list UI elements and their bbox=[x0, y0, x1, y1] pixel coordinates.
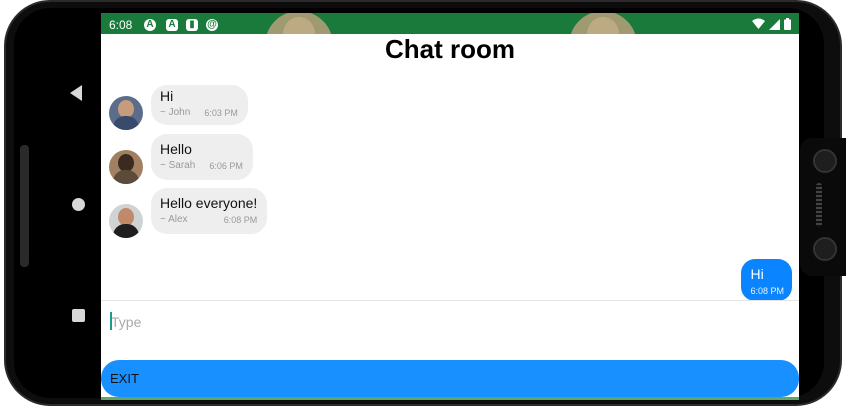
avatar bbox=[109, 150, 143, 184]
message-list: Hi ~ John 6:03 PM Hello ~ Sarah 6:06 PM … bbox=[101, 66, 799, 301]
bottom-edge bbox=[101, 397, 799, 400]
exit-button[interactable]: EXIT bbox=[101, 360, 799, 397]
avatar bbox=[109, 204, 143, 238]
battery-icon bbox=[784, 18, 791, 30]
message-bubble: Hello everyone! ~ Alex 6:08 PM bbox=[151, 188, 268, 234]
app-screen: 6:08 A A ▮ @ Chat room Hi ~ John 6:03 PM… bbox=[101, 13, 799, 397]
message-author: ~ Sarah bbox=[160, 160, 196, 171]
message-meta: ~ John 6:03 PM bbox=[160, 107, 238, 118]
recents-nav-icon[interactable] bbox=[72, 309, 85, 322]
home-nav-icon[interactable] bbox=[72, 198, 85, 211]
side-button bbox=[20, 145, 29, 267]
message-time: 6:03 PM bbox=[204, 108, 238, 118]
camera-lens-icon bbox=[813, 237, 837, 261]
a-square-icon: A bbox=[166, 19, 178, 31]
status-time: 6:08 bbox=[109, 18, 133, 32]
status-right-icons bbox=[752, 18, 791, 30]
my-message-text: Hi bbox=[750, 266, 764, 282]
message-text: Hello bbox=[160, 141, 192, 157]
signal-icon bbox=[769, 18, 780, 30]
message-meta: ~ Alex 6:08 PM bbox=[160, 214, 257, 225]
message-item: Hello everyone! ~ Alex 6:08 PM bbox=[109, 188, 268, 238]
message-author: ~ Alex bbox=[160, 214, 188, 225]
text-caret bbox=[110, 312, 112, 330]
message-input[interactable] bbox=[109, 309, 793, 335]
my-message-time: 6:08 PM bbox=[750, 286, 784, 296]
back-nav-icon[interactable] bbox=[70, 85, 82, 101]
a-circle-icon: A bbox=[144, 19, 156, 31]
message-time: 6:06 PM bbox=[209, 161, 243, 171]
composer bbox=[109, 309, 793, 335]
phone-device: 6:08 A A ▮ @ Chat room Hi ~ John 6:03 PM… bbox=[0, 0, 846, 408]
at-sign-icon: @ bbox=[206, 19, 218, 31]
speaker-grille bbox=[816, 183, 822, 227]
message-text: Hi bbox=[160, 88, 174, 104]
message-bubble: Hello ~ Sarah 6:06 PM bbox=[151, 134, 253, 180]
message-text: Hello everyone! bbox=[160, 195, 258, 211]
message-item: Hello ~ Sarah 6:06 PM bbox=[109, 134, 253, 184]
my-message-bubble: Hi 6:08 PM bbox=[741, 259, 792, 301]
message-time: 6:08 PM bbox=[223, 215, 258, 225]
message-item: Hi ~ John 6:03 PM bbox=[109, 85, 248, 130]
message-author: ~ John bbox=[160, 107, 191, 118]
wifi-icon bbox=[752, 18, 765, 29]
camera-lens-icon bbox=[813, 149, 837, 173]
message-bubble: Hi ~ John 6:03 PM bbox=[151, 85, 248, 125]
avatar bbox=[109, 96, 143, 130]
page-title: Chat room bbox=[101, 34, 799, 66]
message-meta: ~ Sarah 6:06 PM bbox=[160, 160, 243, 171]
sd-card-icon: ▮ bbox=[186, 19, 198, 31]
composer-divider bbox=[101, 300, 799, 301]
